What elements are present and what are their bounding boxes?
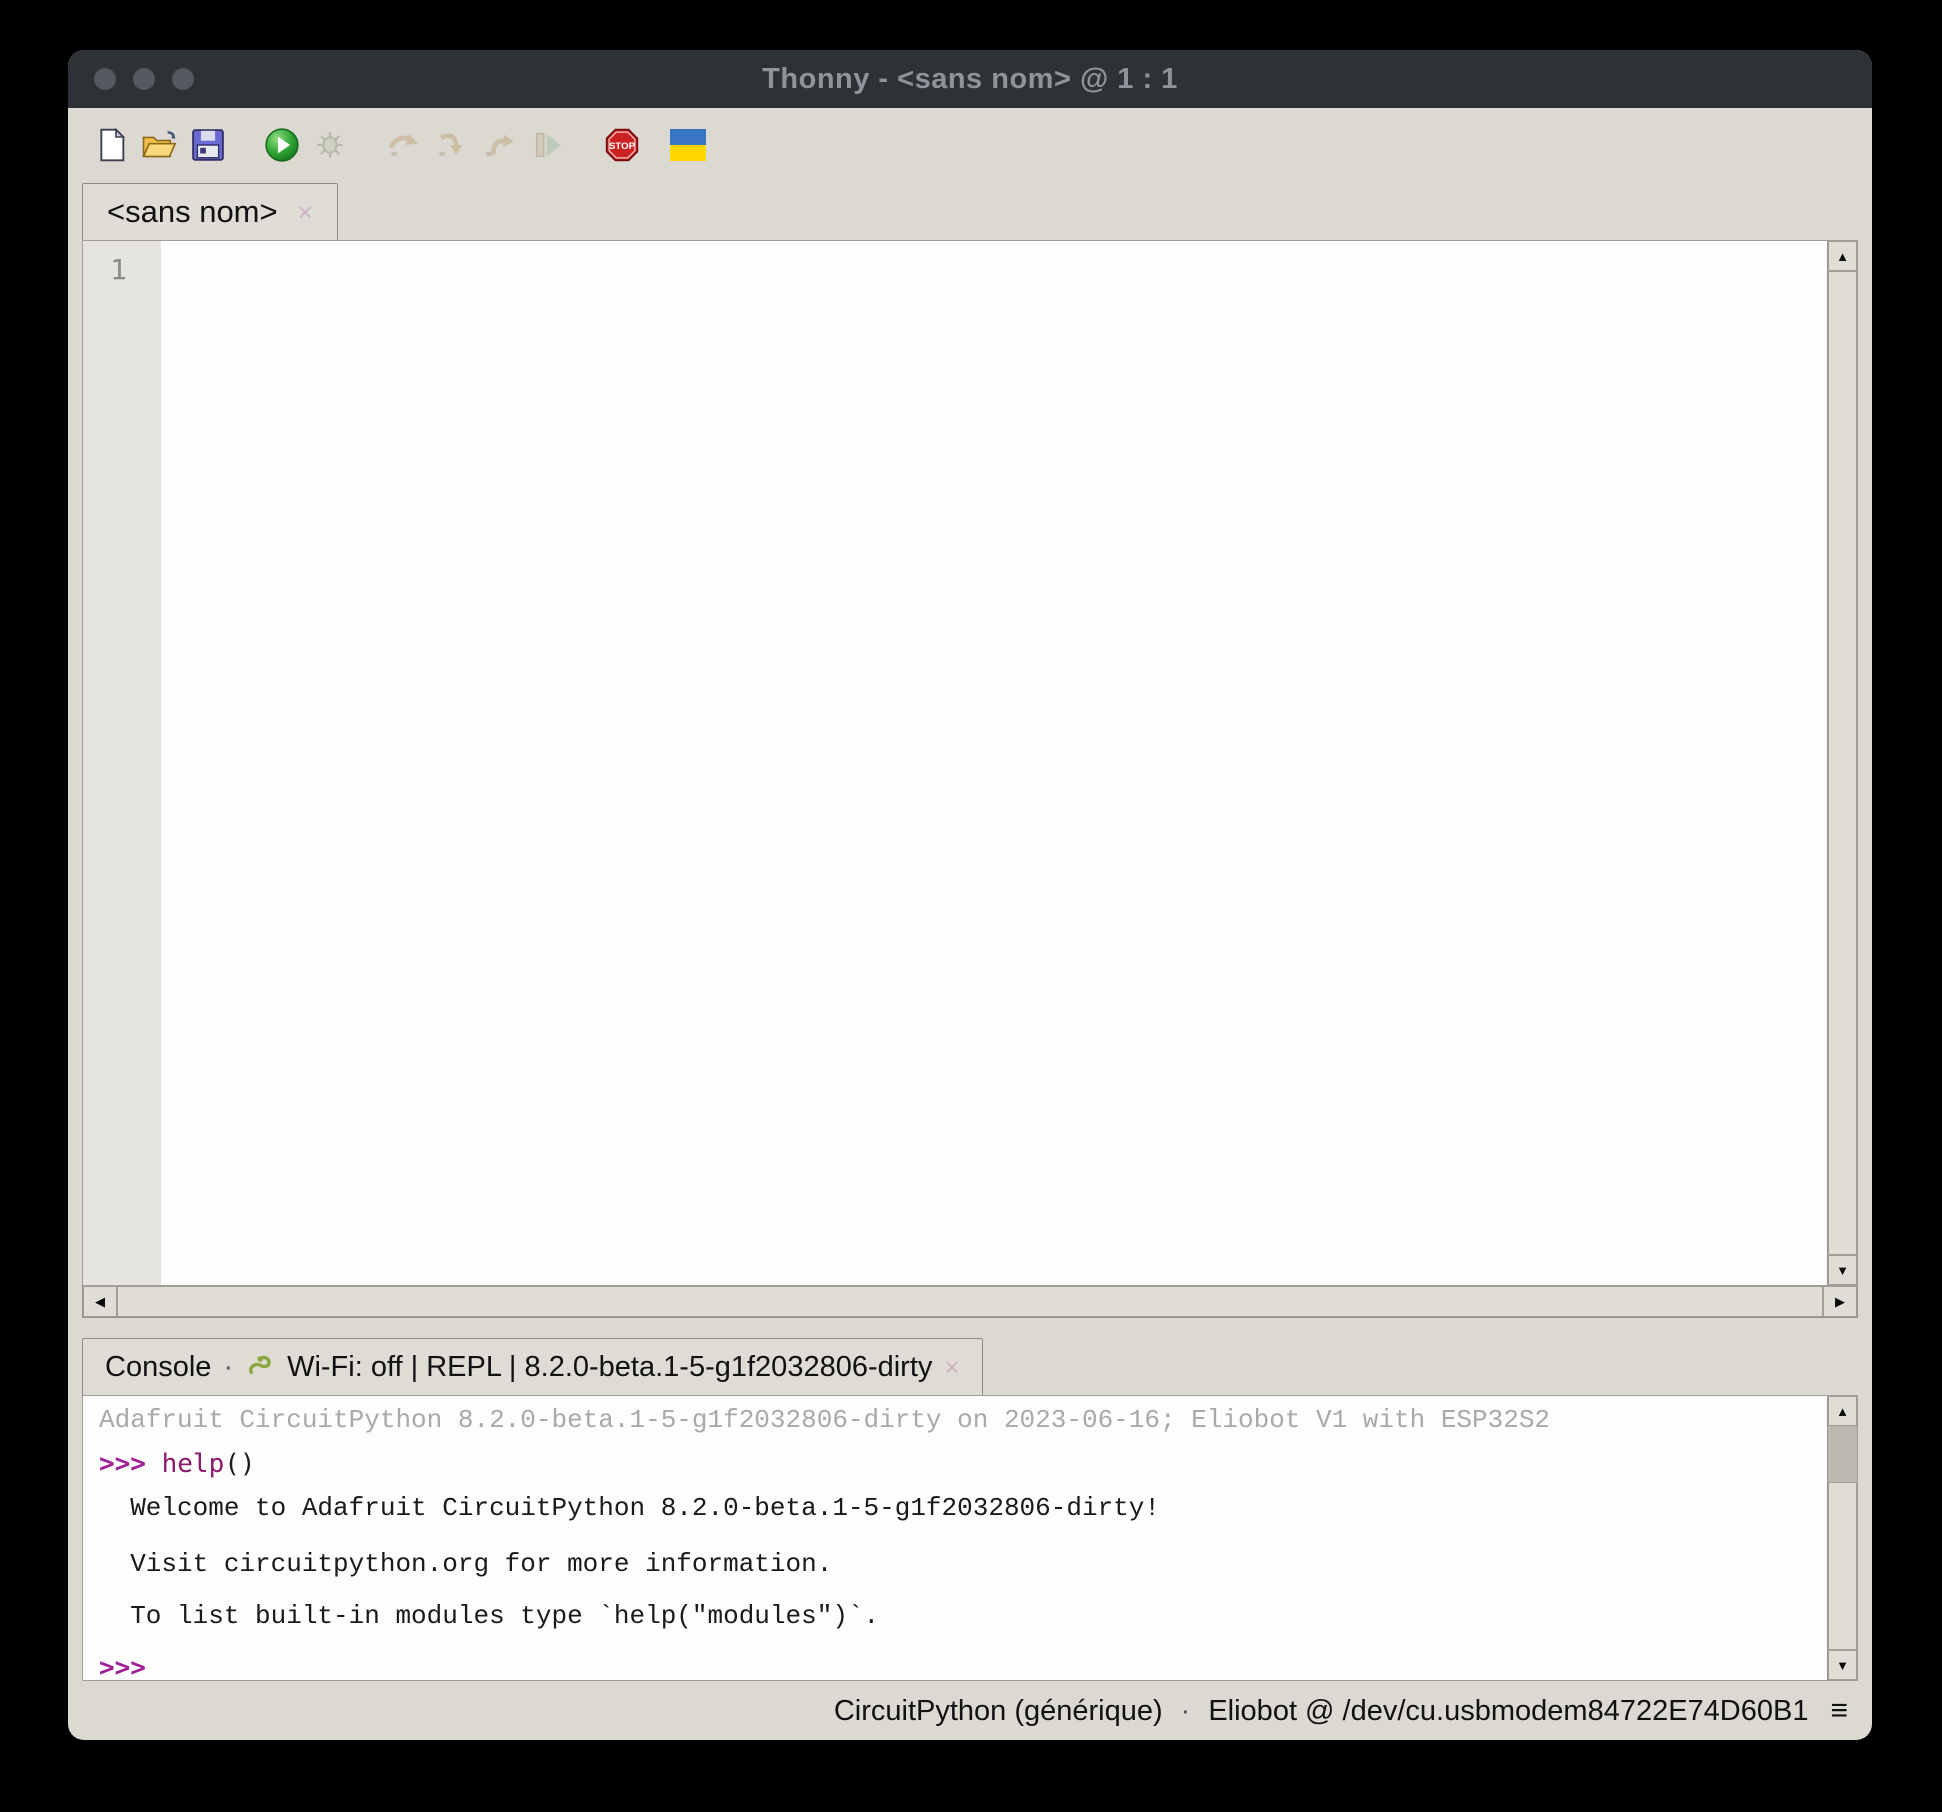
editor: 1 ▲ ▼ — [82, 240, 1858, 1286]
tab-close-icon[interactable]: × — [298, 199, 313, 225]
console-tab-close-icon[interactable]: × — [944, 1354, 959, 1380]
console-banner-line: Adafruit CircuitPython 8.2.0-beta.1-5-g1… — [99, 1400, 1827, 1440]
console-scrollbar-trough[interactable] — [1828, 1426, 1857, 1482]
editor-horizontal-scrollbar[interactable]: ◀ ▶ — [82, 1286, 1858, 1318]
console-scroll-up-button[interactable]: ▲ — [1828, 1396, 1857, 1426]
code-editor-area[interactable] — [161, 241, 1827, 1285]
console-output-line: Visit circuitpython.org for more informa… — [99, 1544, 1827, 1584]
interpreter-label[interactable]: CircuitPython (générique) — [834, 1695, 1163, 1728]
scroll-up-button[interactable]: ▲ — [1828, 241, 1857, 271]
save-icon — [191, 128, 225, 162]
arrow-down-icon: ▼ — [1836, 1264, 1849, 1277]
arrow-up-icon: ▲ — [1836, 250, 1849, 263]
console: Adafruit CircuitPython 8.2.0-beta.1-5-g1… — [82, 1395, 1858, 1681]
run-button[interactable] — [262, 123, 302, 167]
toolbar: STOP — [68, 108, 1872, 182]
window-controls — [94, 50, 194, 108]
line-number-gutter: 1 — [83, 241, 161, 1285]
close-window-button[interactable] — [94, 68, 116, 90]
arrow-up-icon: ▲ — [1836, 1405, 1849, 1418]
scroll-right-button[interactable]: ▶ — [1823, 1286, 1857, 1317]
arrow-right-icon: ▶ — [1835, 1295, 1845, 1308]
arrow-left-icon: ◀ — [95, 1295, 105, 1308]
statusbar-separator: · — [1181, 1695, 1191, 1728]
device-port-label[interactable]: Eliobot @ /dev/cu.usbmodem84722E74D60B1 — [1208, 1695, 1808, 1728]
window-title: Thonny - <sans nom> @ 1 : 1 — [762, 63, 1178, 96]
debug-icon — [313, 128, 347, 162]
statusbar: CircuitPython (générique) · Eliobot @ /d… — [68, 1682, 1872, 1740]
minimize-window-button[interactable] — [133, 68, 155, 90]
support-ukraine-button[interactable] — [668, 123, 708, 167]
interpreter-menu-icon[interactable]: ≡ — [1830, 1694, 1848, 1728]
stop-button[interactable]: STOP — [602, 123, 642, 167]
console-input-line: >>> help() — [99, 1444, 1827, 1484]
repl-final-prompt: >>> — [99, 1648, 1827, 1680]
stop-icon: STOP — [604, 127, 640, 163]
new-file-icon — [96, 127, 128, 163]
console-scrollbar-thumb[interactable] — [1828, 1482, 1857, 1650]
step-into-icon — [434, 128, 470, 162]
console-output[interactable]: Adafruit CircuitPython 8.2.0-beta.1-5-g1… — [83, 1396, 1827, 1680]
console-vertical-scrollbar[interactable]: ▲ ▼ — [1827, 1396, 1857, 1680]
step-into-button[interactable] — [432, 123, 472, 167]
editor-tabrow: <sans nom> × — [68, 182, 1872, 240]
console-tabrow: Console · Wi-Fi: off | REPL | 8.2.0-beta… — [68, 1338, 1872, 1395]
step-out-button[interactable] — [480, 123, 520, 167]
stop-label: STOP — [609, 141, 636, 152]
line-number: 1 — [83, 253, 127, 286]
repl-command: help — [162, 1449, 225, 1479]
snake-icon — [245, 1349, 275, 1385]
scroll-left-button[interactable]: ◀ — [83, 1286, 117, 1317]
new-file-button[interactable] — [92, 123, 132, 167]
step-out-icon — [482, 128, 518, 162]
editor-vertical-scrollbar[interactable]: ▲ ▼ — [1827, 241, 1857, 1285]
zoom-window-button[interactable] — [172, 68, 194, 90]
repl-command-args: () — [224, 1449, 255, 1479]
console-tab-prefix: Console — [105, 1351, 211, 1384]
editor-scrollbar-thumb[interactable] — [1828, 271, 1857, 1255]
debug-button[interactable] — [310, 123, 350, 167]
ukraine-flag-icon — [670, 129, 706, 161]
tab-sans-nom[interactable]: <sans nom> × — [82, 183, 338, 240]
arrow-down-icon: ▼ — [1836, 1659, 1849, 1672]
resume-button[interactable] — [528, 123, 568, 167]
titlebar: Thonny - <sans nom> @ 1 : 1 — [68, 50, 1872, 108]
run-icon — [264, 127, 300, 163]
step-over-button[interactable] — [384, 123, 424, 167]
save-button[interactable] — [188, 123, 228, 167]
open-file-icon — [141, 128, 179, 162]
console-tab-separator: · — [223, 1351, 233, 1384]
step-over-icon — [386, 128, 422, 162]
tab-console[interactable]: Console · Wi-Fi: off | REPL | 8.2.0-beta… — [82, 1338, 983, 1395]
thonny-window: Thonny - <sans nom> @ 1 : 1 — [68, 50, 1872, 1740]
open-file-button[interactable] — [140, 123, 180, 167]
console-scroll-down-button[interactable]: ▼ — [1828, 1650, 1857, 1680]
scroll-down-button[interactable]: ▼ — [1828, 1255, 1857, 1285]
console-tab-label: Wi-Fi: off | REPL | 8.2.0-beta.1-5-g1f20… — [287, 1351, 932, 1384]
repl-prompt: >>> — [99, 1449, 146, 1479]
tab-label: <sans nom> — [107, 194, 278, 230]
console-output-line: Welcome to Adafruit CircuitPython 8.2.0-… — [99, 1488, 1827, 1528]
resume-icon — [531, 128, 565, 162]
console-output-line: To list built-in modules type `help("mod… — [99, 1596, 1827, 1636]
horizontal-scrollbar-thumb[interactable] — [117, 1286, 1823, 1317]
